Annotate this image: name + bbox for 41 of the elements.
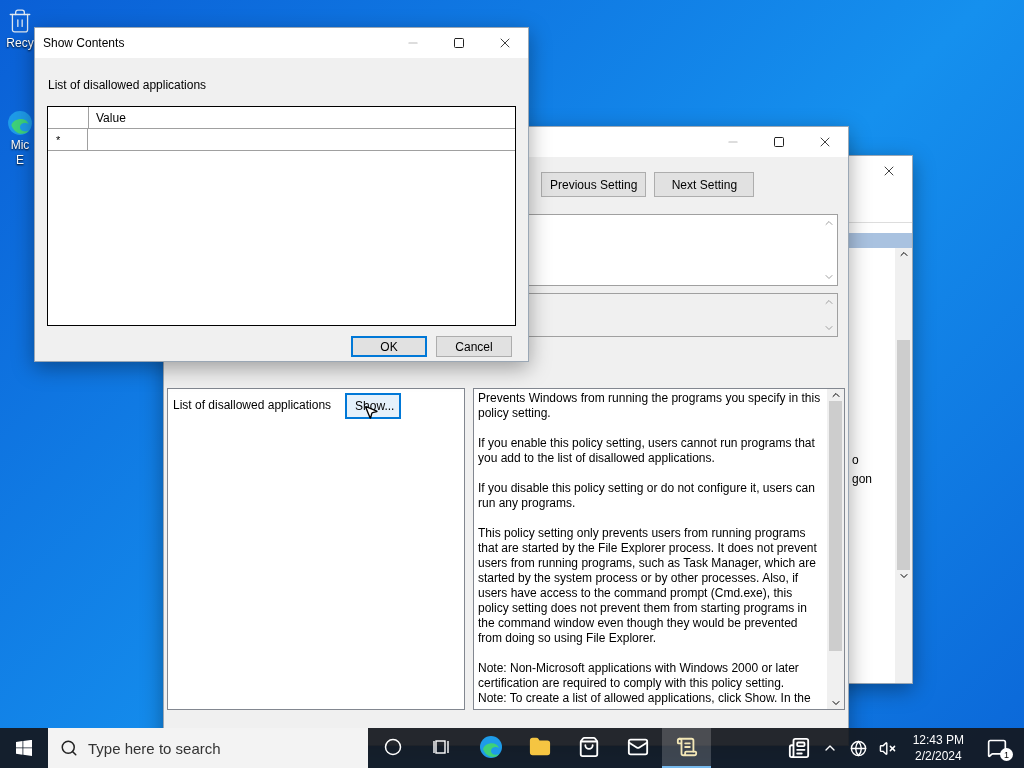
taskbar-app-button[interactable] — [662, 728, 711, 768]
search-icon — [60, 739, 78, 757]
dialog-button[interactable]: Cancel — [436, 336, 512, 357]
windows-logo-icon — [16, 740, 32, 756]
search-field[interactable]: Type here to search — [48, 728, 368, 768]
help-paragraph: This policy setting only prevents users from running programs that are started by the File Explorer process. It does not prevent users from running programs, such as Task Manager, which are started by the system process or by other processes. Also, if users have access to the command prompt (Cmd.exe), this policy setting does not prevent them from starting programs in the command window even though they would be prevented from doing so using File Explorer. — [478, 526, 818, 646]
help-paragraph: Note: To create a list of allowed applications, click Show. In the — [478, 691, 812, 706]
scrollbar[interactable] — [827, 389, 844, 709]
muted-speaker-icon[interactable] — [878, 739, 896, 757]
browser-icon — [7, 110, 33, 136]
notification-icon[interactable] — [987, 738, 1007, 758]
task-view-icon — [432, 738, 451, 756]
list-item-text: o — [852, 453, 860, 467]
help-paragraph: If you enable this policy setting, users cannot run programs that you add to the list of disallowed applications. — [478, 436, 816, 466]
help-paragraph: Prevents Windows from running the programs you specify in this policy setting. — [478, 391, 822, 421]
scrollbar[interactable] — [895, 248, 912, 683]
setting-nav-button[interactable]: Next Setting — [654, 172, 755, 197]
help-paragraph: Note: Non-Microsoft applications with Windows 2000 or later certification are required to comply with this policy setting. — [478, 661, 800, 691]
circle-icon — [383, 738, 402, 756]
column-header[interactable]: Value — [89, 107, 515, 128]
list-item-text: gon — [852, 472, 874, 486]
network-icon[interactable] — [849, 739, 867, 757]
setting-nav-button[interactable]: Previous Setting — [541, 172, 647, 197]
news-icon[interactable] — [787, 737, 810, 759]
maximize-icon[interactable] — [773, 136, 785, 148]
window-title: Show Contents — [42, 36, 126, 50]
dialog-button[interactable]: OK — [351, 336, 427, 357]
maximize-icon[interactable] — [453, 37, 465, 49]
help-paragraph: If you disable this policy setting or do not configure it, users can run any programs. — [478, 481, 816, 511]
folder-icon — [528, 736, 551, 758]
clock[interactable]: 12:43 PM 2/2/2024 — [904, 732, 972, 764]
envelope-icon — [626, 736, 649, 758]
scroll-icon — [675, 736, 698, 758]
desktop-icon-label[interactable]: Mic E — [10, 138, 30, 168]
notification-count: 1 — [1000, 748, 1013, 761]
shopping-bag-icon — [577, 736, 600, 758]
desktop-icon-label[interactable]: Recy — [6, 36, 34, 51]
list-label: List of disallowed applications — [47, 77, 208, 94]
recycle-bin-icon[interactable] — [7, 8, 33, 34]
browser-icon — [478, 735, 503, 759]
option-label: List of disallowed applications — [173, 397, 332, 412]
